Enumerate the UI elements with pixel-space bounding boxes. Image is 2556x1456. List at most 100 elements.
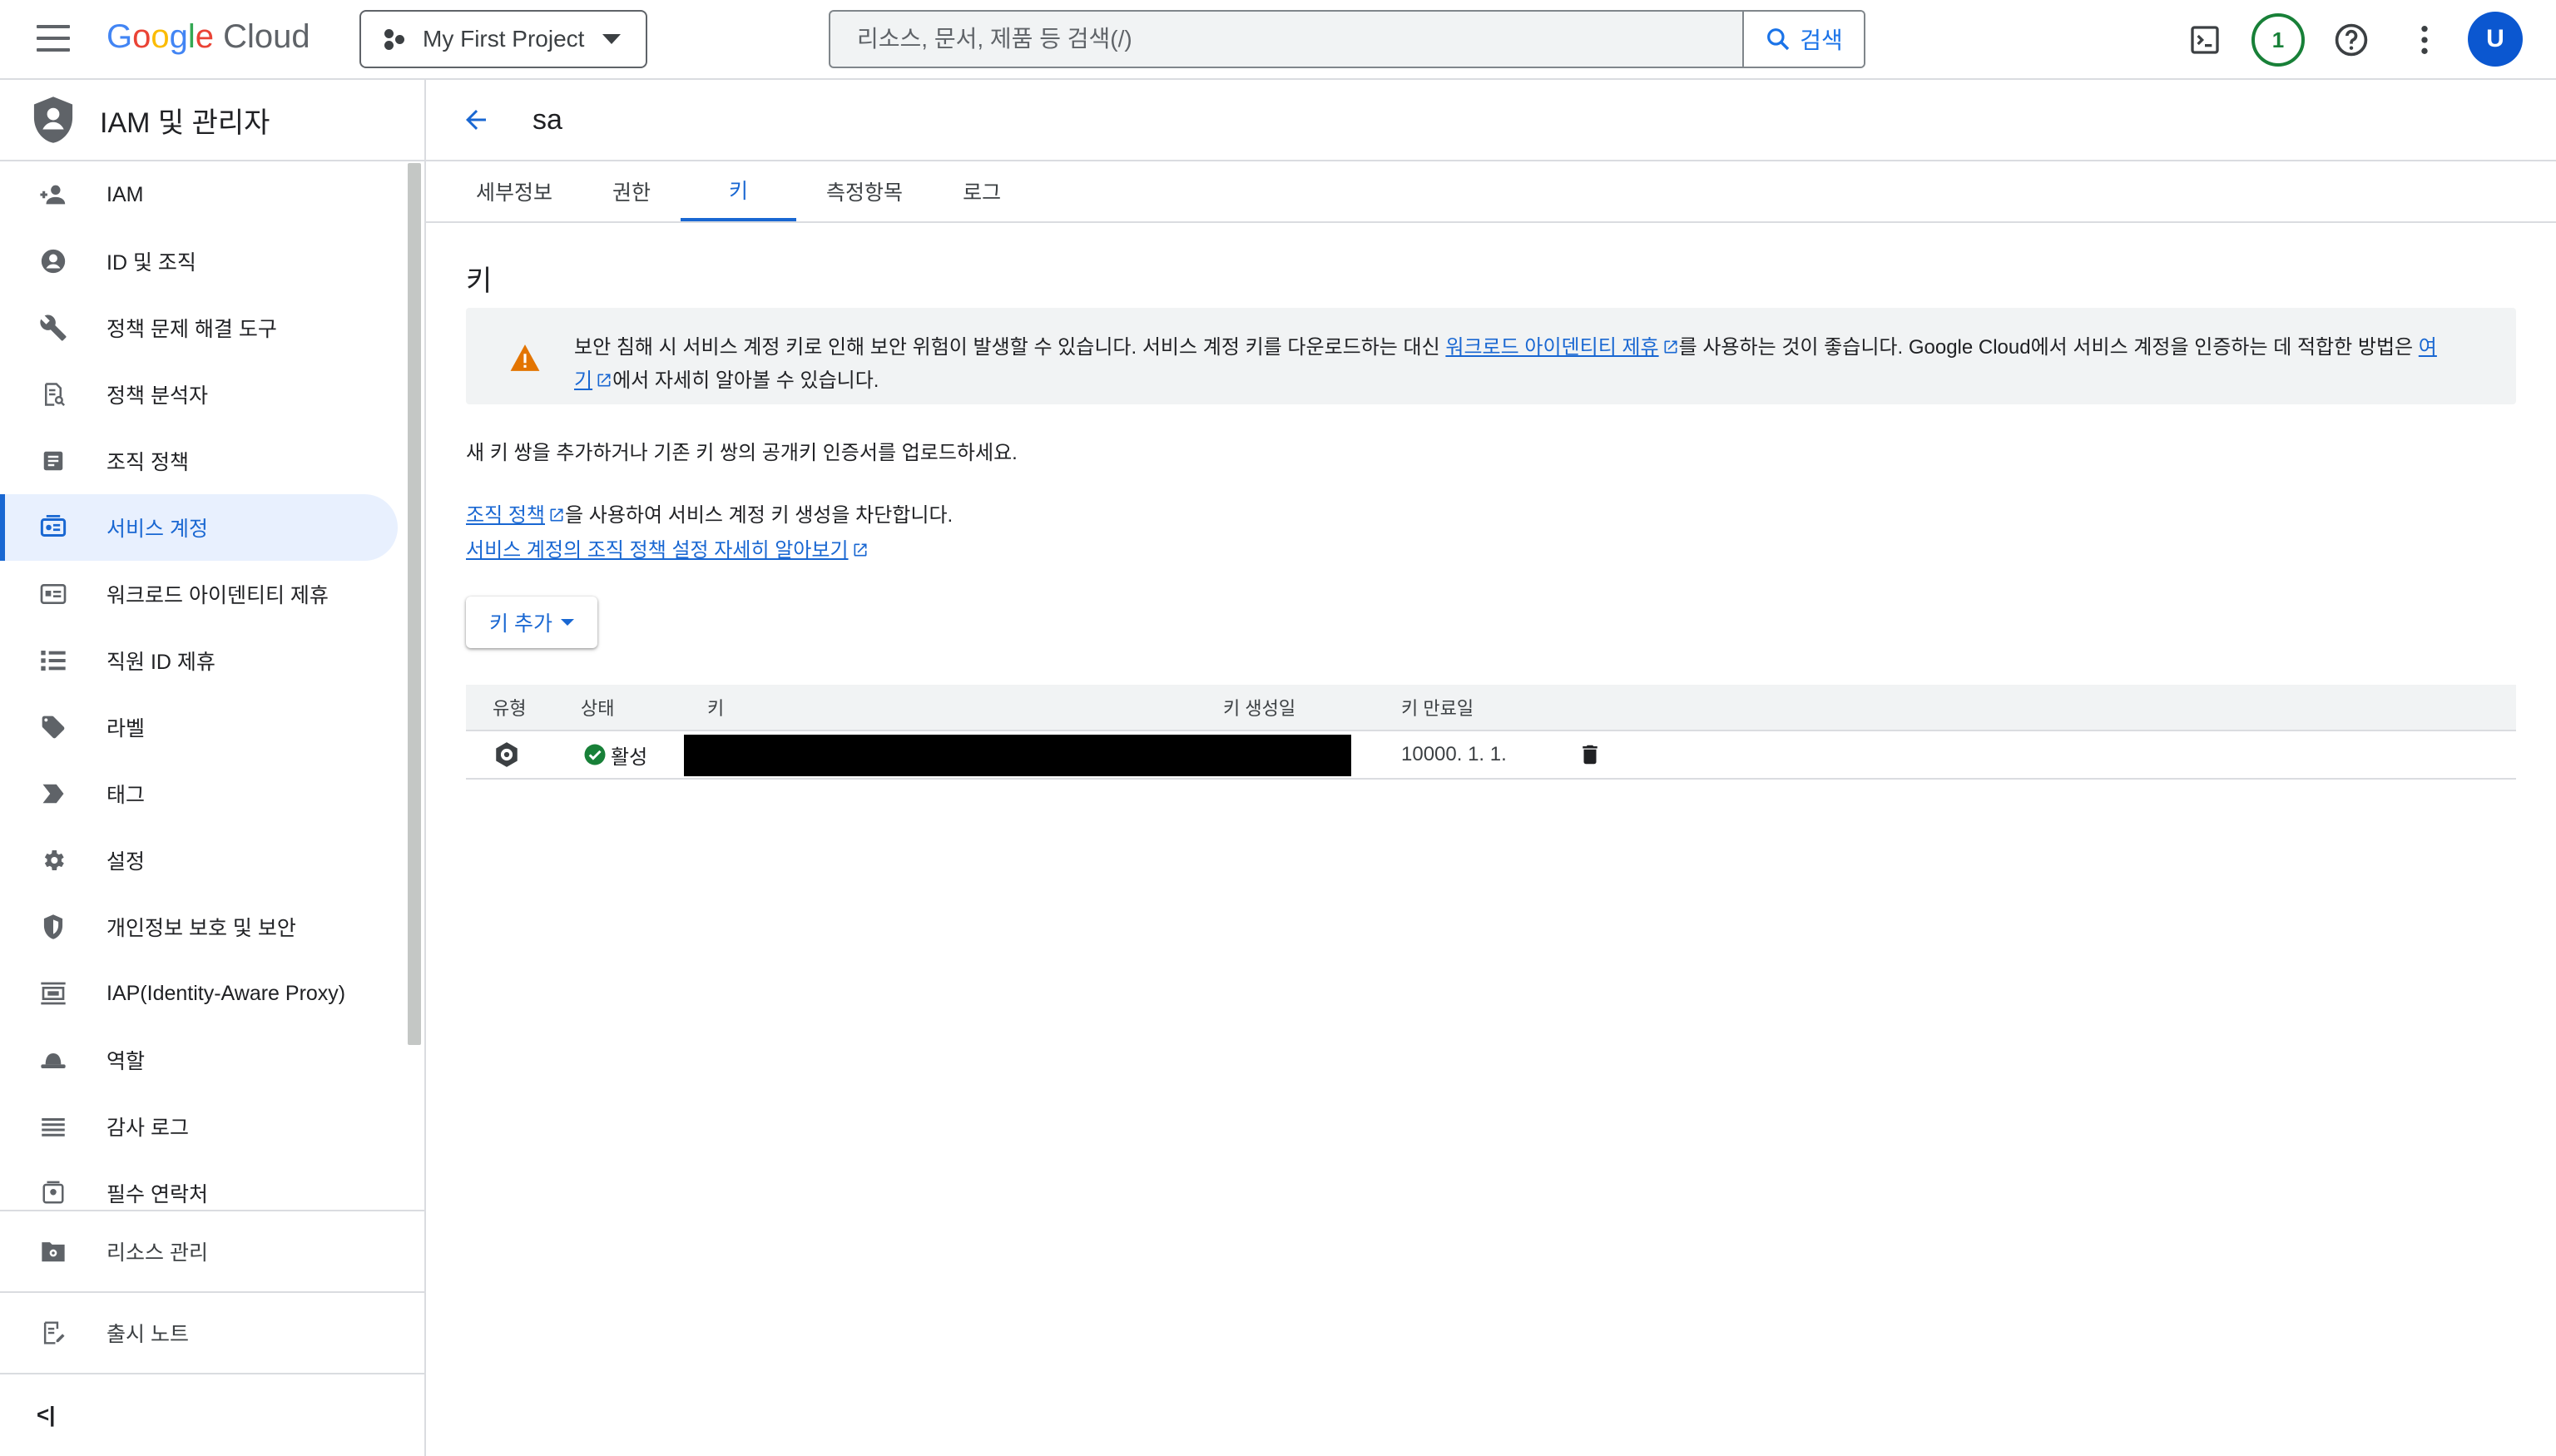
page-title: sa [532, 103, 562, 136]
table-header: 유형 상태 키 키 생성일 키 만료일 [466, 685, 2516, 731]
resource-manager-link[interactable]: 리소스 관리 [0, 1210, 424, 1291]
project-icon [383, 27, 406, 51]
external-link-icon [854, 543, 867, 557]
collapse-icon: <| [37, 1401, 56, 1427]
workload-identity-link[interactable]: 워크로드 아이덴티티 제휴 [1445, 336, 1678, 359]
tag-icon [37, 777, 70, 810]
sidebar-item-label: ID 및 조직 [106, 251, 196, 275]
cloud-shell-icon[interactable] [2183, 18, 2227, 62]
sidebar-item-roles[interactable]: 역할 [0, 1027, 408, 1093]
add-key-button[interactable]: 키 추가 [466, 597, 597, 648]
tab-logs[interactable]: 로그 [933, 161, 1031, 221]
column-header-status[interactable]: 상태 [581, 685, 614, 730]
release-notes-link[interactable]: 출시 노트 [0, 1291, 424, 1373]
tab-keys[interactable]: 키 [681, 161, 797, 221]
keys-table: 유형 상태 키 키 생성일 키 만료일 활성 10000. 1. 1. [466, 685, 2516, 780]
org-policy-description: 을 사용하여 서비스 계정 키 생성을 차단합니다. [565, 504, 954, 527]
warning-text-part: 를 사용하는 것이 좋습니다. Google Cloud에서 서비스 계정을 인… [1678, 336, 2419, 359]
notification-badge[interactable]: 1 [2251, 13, 2305, 67]
intro-text: 새 키 쌍을 추가하거나 기존 키 쌍의 공개키 인증서를 업로드하세요. [466, 442, 1018, 464]
workload-identity-link-label: 워크로드 아이덴티티 제휴 [1445, 336, 1659, 359]
learn-here-link[interactable]: 기 [574, 369, 612, 392]
sidebar-item-workload-identity[interactable]: 워크로드 아이덴티티 제휴 [0, 561, 408, 627]
sidebar-item-labels[interactable]: 라벨 [0, 694, 408, 760]
sidebar-item-iam[interactable]: IAM [0, 161, 408, 228]
help-icon[interactable] [2330, 18, 2373, 62]
sidebar-scrollbar[interactable] [408, 163, 421, 1045]
column-header-created[interactable]: 키 생성일 [1223, 685, 1295, 730]
sidebar-item-label: IAM [106, 182, 144, 206]
search-icon [1767, 28, 1790, 51]
service-account-icon [37, 511, 70, 544]
delete-key-button[interactable] [1578, 731, 1602, 778]
tab-permissions[interactable]: 권한 [582, 161, 681, 221]
sidebar-item-workforce-identity[interactable]: 직원 ID 제휴 [0, 627, 408, 694]
proxy-icon [37, 977, 70, 1010]
key-status: 활성 [582, 731, 647, 778]
page-header: sa [426, 80, 2556, 161]
column-header-type[interactable]: 유형 [493, 685, 526, 730]
main-menu-icon[interactable] [37, 25, 70, 55]
column-header-key[interactable]: 키 [707, 685, 724, 730]
add-key-button-label: 키 추가 [489, 612, 552, 636]
sidebar-item-policy-troubleshooter[interactable]: 정책 문제 해결 도구 [0, 295, 408, 361]
list-icon [37, 644, 70, 677]
main-content: sa 세부정보 권한 키 측정항목 로그 키 보안 침해 시 서비스 계정 키로… [426, 80, 2556, 1456]
sidebar-item-label: 서비스 계정 [106, 518, 208, 541]
learn-here-link[interactable]: 여 [2419, 336, 2437, 359]
sidebar-item-essential-contacts[interactable]: 필수 연락처 [0, 1160, 408, 1210]
column-header-expires[interactable]: 키 만료일 [1401, 685, 1474, 730]
keys-panel: 키 보안 침해 시 서비스 계정 키로 인해 보안 위험이 발생할 수 있습니다… [426, 258, 2556, 780]
sidebar-title: IAM 및 관리자 [100, 106, 270, 139]
sidebar-item-label: 개인정보 보호 및 보안 [106, 917, 296, 940]
chevron-down-icon [560, 619, 574, 626]
sidebar: IAM 및 관리자 IAM ID 및 조직 정책 문제 해결 도구 정책 분석자… [0, 80, 426, 1456]
sidebar-item-label: 조직 정책 [106, 451, 189, 474]
hat-icon [37, 1043, 70, 1077]
release-notes-icon [37, 1316, 70, 1350]
search-button[interactable]: 검색 [1742, 12, 1864, 67]
sidebar-item-label: IAP(Identity-Aware Proxy) [106, 981, 346, 1005]
warning-text-part: 보안 침해 시 서비스 계정 키로 인해 보안 위험이 발생할 수 있습니다. … [574, 336, 1446, 359]
sidebar-item-org-policies[interactable]: 조직 정책 [0, 428, 408, 494]
sidebar-item-privacy-security[interactable]: 개인정보 보호 및 보안 [0, 894, 408, 960]
contact-icon [37, 1176, 70, 1210]
trash-icon [1583, 745, 1598, 765]
external-link-icon [1664, 340, 1677, 354]
external-link-icon [550, 508, 563, 522]
avatar[interactable]: U [2468, 12, 2523, 67]
sidebar-nav: IAM ID 및 조직 정책 문제 해결 도구 정책 분석자 조직 정책 서비스… [0, 161, 408, 1210]
sidebar-item-iap[interactable]: IAP(Identity-Aware Proxy) [0, 960, 408, 1027]
org-policy-link[interactable]: 조직 정책 [466, 504, 565, 527]
wrench-icon [37, 311, 70, 344]
label-icon [37, 711, 70, 744]
sidebar-item-audit-logs[interactable]: 감사 로그 [0, 1093, 408, 1160]
account-circle-icon [37, 245, 70, 278]
learn-more-link[interactable]: 서비스 계정의 조직 정책 설정 자세히 알아보기 [466, 539, 849, 562]
redacted-key-id [684, 735, 1351, 776]
tab-details[interactable]: 세부정보 [446, 161, 582, 221]
policy-analyzer-icon [37, 378, 70, 411]
learn-more-link-label: 서비스 계정의 조직 정책 설정 자세히 알아보기 [466, 539, 849, 562]
project-picker[interactable]: My First Project [359, 10, 647, 68]
logo-cloud-text: Cloud [223, 18, 310, 55]
learn-here-link-label: 여 [2418, 336, 2437, 359]
sidebar-item-policy-analyzer[interactable]: 정책 분석자 [0, 361, 408, 428]
sidebar-item-service-accounts[interactable]: 서비스 계정 [0, 494, 398, 561]
google-cloud-logo[interactable]: Google Cloud [106, 18, 310, 56]
chevron-down-icon [602, 34, 622, 44]
collapse-sidebar-button[interactable]: <| [0, 1373, 424, 1454]
sidebar-item-settings[interactable]: 설정 [0, 827, 408, 894]
key-type-icon [493, 731, 521, 778]
tab-metrics[interactable]: 측정항목 [796, 161, 933, 221]
search-input[interactable] [830, 12, 1742, 67]
learn-here-link-label: 기 [574, 369, 593, 392]
sidebar-item-label: 감사 로그 [106, 1117, 189, 1140]
sidebar-item-tags[interactable]: 태그 [0, 760, 408, 827]
more-vert-icon[interactable] [2403, 18, 2446, 62]
sidebar-item-identity-org[interactable]: ID 및 조직 [0, 228, 408, 295]
key-expiry-date: 10000. 1. 1. [1401, 743, 1507, 765]
id-card-icon [37, 577, 70, 611]
back-arrow-icon[interactable] [456, 100, 496, 140]
search-bar: 검색 [829, 10, 1865, 68]
